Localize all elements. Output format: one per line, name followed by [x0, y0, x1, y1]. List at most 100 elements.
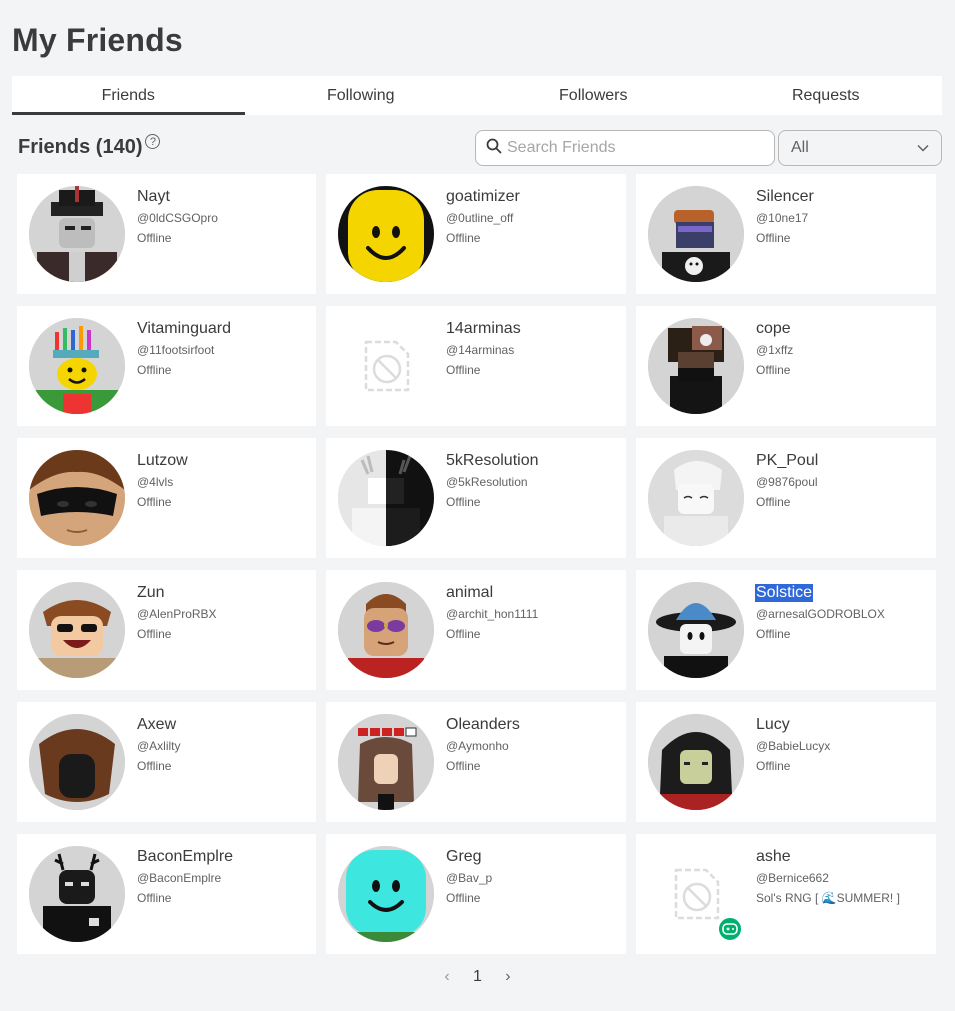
avatar[interactable] — [338, 450, 434, 546]
friend-username: @Aymonho — [446, 739, 509, 753]
friend-username: @Bav_p — [446, 871, 493, 885]
friend-display-name[interactable]: Vitaminguard — [137, 320, 231, 338]
friend-card[interactable]: ashe @Bernice662 Sol's RNG [ 🌊SUMMER! ] — [636, 834, 936, 954]
friend-status: Offline — [137, 495, 172, 509]
friend-display-name[interactable]: PK_Poul — [756, 452, 818, 470]
friend-card[interactable]: Oleanders @Aymonho Offline — [326, 702, 626, 822]
friend-username: @0utline_off — [446, 211, 514, 225]
friend-display-name[interactable]: Zun — [137, 584, 165, 602]
friend-card[interactable]: 5kResolution @5kResolution Offline — [326, 438, 626, 558]
avatar[interactable] — [338, 846, 434, 942]
friend-display-name[interactable]: Solstice — [755, 584, 814, 602]
friend-status: Offline — [446, 495, 481, 509]
friend-card[interactable]: goatimizer @0utline_off Offline — [326, 174, 626, 294]
avatar[interactable] — [29, 714, 125, 810]
friend-status: Offline — [446, 363, 481, 377]
friend-username: @14arminas — [446, 343, 515, 357]
friend-card[interactable]: Nayt @0ldCSGOpro Offline — [17, 174, 316, 294]
friend-card[interactable]: Solstice @arnesalGODROBLOX Offline — [636, 570, 936, 690]
friend-card[interactable]: animal @archit_hon1111 Offline — [326, 570, 626, 690]
friend-display-name[interactable]: ashe — [756, 848, 791, 866]
friend-card[interactable]: Lucy @BabieLucyx Offline — [636, 702, 936, 822]
friend-card[interactable]: Axew @Axlilty Offline — [17, 702, 316, 822]
avatar[interactable] — [648, 582, 744, 678]
friend-status: Offline — [137, 627, 172, 641]
friend-username: @arnesalGODROBLOX — [756, 607, 885, 621]
friend-username: @AlenProRBX — [137, 607, 217, 621]
friend-display-name[interactable]: Oleanders — [446, 716, 520, 734]
friend-card[interactable]: Greg @Bav_p Offline — [326, 834, 626, 954]
friend-status: Offline — [756, 495, 791, 509]
search-input[interactable] — [507, 139, 757, 157]
avatar[interactable] — [29, 846, 125, 942]
current-page-number: 1 — [473, 968, 482, 985]
tab-requests[interactable]: Requests — [710, 76, 943, 115]
page-title: My Friends — [12, 22, 183, 58]
friend-username: @10ne17 — [756, 211, 809, 225]
friend-username: @Axlilty — [137, 739, 181, 753]
friend-status: Offline — [446, 759, 481, 773]
search-icon — [486, 138, 502, 159]
friend-game-status[interactable]: Sol's RNG [ 🌊SUMMER! ] — [756, 891, 900, 905]
avatar[interactable] — [338, 186, 434, 282]
friend-status: Offline — [756, 627, 791, 641]
section-header: Friends (140) ? — [18, 134, 161, 159]
search-box[interactable] — [475, 130, 775, 166]
friend-username: @1xffz — [756, 343, 794, 357]
previous-page-icon[interactable]: ‹ — [441, 968, 453, 986]
avatar[interactable] — [648, 450, 744, 546]
friend-display-name[interactable]: 5kResolution — [446, 452, 539, 470]
friend-display-name[interactable]: cope — [756, 320, 791, 338]
help-icon[interactable]: ? — [145, 134, 161, 149]
pagination: ‹ 1 › — [0, 968, 955, 986]
tab-following[interactable]: Following — [245, 76, 478, 115]
friend-display-name[interactable]: 14arminas — [446, 320, 521, 338]
avatar[interactable] — [648, 714, 744, 810]
friend-username: @BaconEmplre — [137, 871, 222, 885]
friend-card[interactable]: BaconEmplre @BaconEmplre Offline — [17, 834, 316, 954]
friend-display-name[interactable]: Axew — [137, 716, 176, 734]
friend-username: @4lvls — [137, 475, 174, 489]
friend-display-name[interactable]: Lucy — [756, 716, 790, 734]
friend-card[interactable]: Zun @AlenProRBX Offline — [17, 570, 316, 690]
friend-display-name[interactable]: Greg — [446, 848, 482, 866]
avatar[interactable] — [648, 186, 744, 282]
avatar[interactable] — [338, 582, 434, 678]
friend-username: @9876poul — [756, 475, 818, 489]
friend-display-name[interactable]: goatimizer — [446, 188, 520, 206]
filter-dropdown[interactable]: All — [778, 130, 942, 166]
friend-display-name[interactable]: Silencer — [756, 188, 814, 206]
friend-status: Offline — [137, 363, 172, 377]
friend-card[interactable]: PK_Poul @9876poul Offline — [636, 438, 936, 558]
friend-status: Offline — [756, 759, 791, 773]
next-page-icon[interactable]: › — [502, 968, 514, 986]
friend-card[interactable]: 14arminas @14arminas Offline — [326, 306, 626, 426]
friends-tabs: Friends Following Followers Requests — [12, 76, 942, 115]
friend-display-name[interactable]: animal — [446, 584, 493, 602]
avatar[interactable] — [29, 582, 125, 678]
avatar[interactable] — [29, 450, 125, 546]
friend-card[interactable]: cope @1xffz Offline — [636, 306, 936, 426]
friend-username: @archit_hon1111 — [446, 607, 539, 621]
friend-card[interactable]: Silencer @10ne17 Offline — [636, 174, 936, 294]
friends-count-title: Friends (140) — [18, 136, 143, 158]
avatar[interactable] — [338, 714, 434, 810]
filter-selected-value: All — [791, 139, 809, 156]
avatar[interactable] — [29, 318, 125, 414]
friend-display-name[interactable]: Lutzow — [137, 452, 188, 470]
tab-friends[interactable]: Friends — [12, 76, 245, 115]
tab-followers[interactable]: Followers — [477, 76, 710, 115]
friend-username: @Bernice662 — [756, 871, 829, 885]
friend-card[interactable]: Lutzow @4lvls Offline — [17, 438, 316, 558]
friend-card[interactable]: Vitaminguard @11footsirfoot Offline — [17, 306, 316, 426]
friend-status: Offline — [137, 231, 172, 245]
avatar[interactable] — [29, 186, 125, 282]
friend-username: @BabieLucyx — [756, 739, 831, 753]
friend-status: Offline — [137, 891, 172, 905]
friend-display-name[interactable]: BaconEmplre — [137, 848, 233, 866]
friend-display-name[interactable]: Nayt — [137, 188, 170, 206]
avatar-unavailable-icon[interactable] — [338, 318, 434, 414]
friend-status: Offline — [446, 891, 481, 905]
avatar[interactable] — [648, 318, 744, 414]
friend-status: Offline — [446, 627, 481, 641]
